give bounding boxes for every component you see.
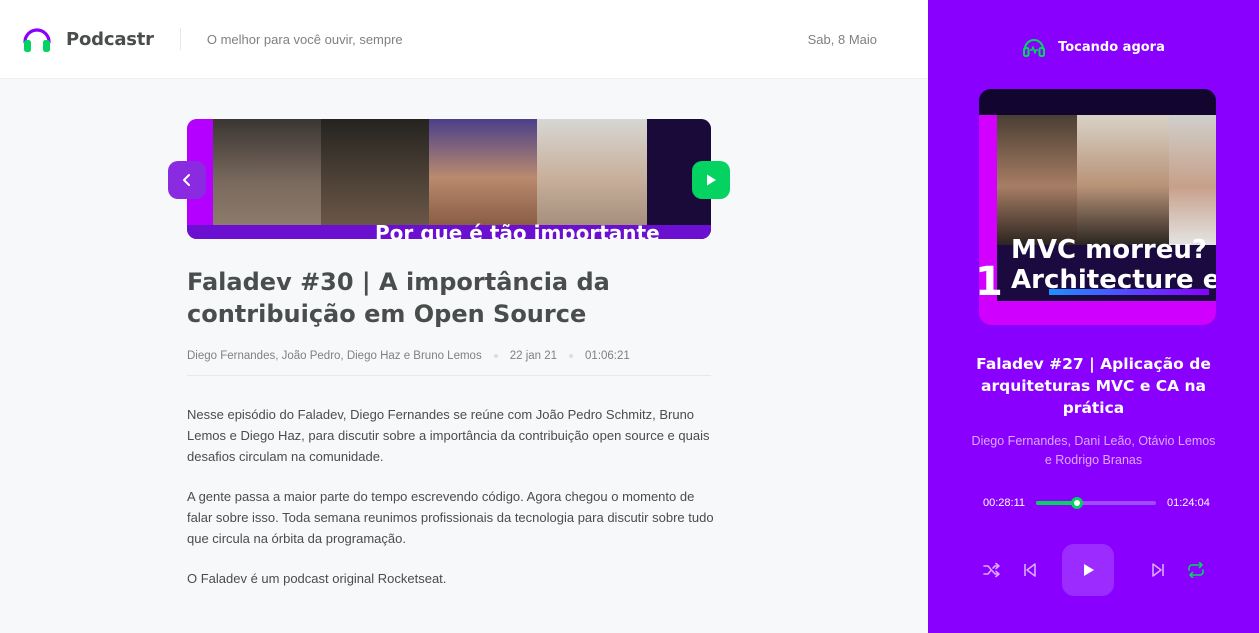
header-divider	[179, 28, 181, 50]
previous-button[interactable]	[1017, 557, 1043, 583]
now-playing-title: Faladev #27 | Aplicação de arquiteturas …	[976, 355, 1211, 417]
now-playing-label: Tocando agora	[1058, 39, 1165, 55]
description-paragraph: O Faladev é um podcast original Rocketse…	[187, 571, 447, 586]
description-paragraph: Nesse episódio do Faladev, Diego Fernand…	[187, 407, 710, 464]
back-button[interactable]	[168, 161, 206, 199]
headphones-icon	[1023, 39, 1046, 57]
thumbnail-person-3	[429, 119, 537, 225]
headphones-logo-icon	[23, 28, 51, 52]
logo[interactable]: Podcastr	[22, 24, 154, 54]
meta-separator	[569, 354, 574, 358]
episode-thumbnail: Por que é tão importante	[187, 119, 711, 239]
player-panel: Tocando agora MVC morreu? C Architecture…	[928, 0, 1259, 633]
now-playing-cover: MVC morreu? C Architecture e 1	[979, 89, 1216, 325]
total-time: 01:24:04	[1167, 497, 1210, 509]
now-playing-members: Diego Fernandes, Dani Leão, Otávio Lemos…	[971, 434, 1216, 467]
play-episode-button[interactable]	[692, 161, 730, 199]
thumbnail-person-4	[537, 119, 647, 225]
thumbnail-person-1	[213, 119, 321, 225]
thumbnail-person-2	[321, 119, 429, 225]
play-button[interactable]	[1061, 544, 1114, 596]
next-icon	[1151, 563, 1164, 577]
cover-person-1	[997, 115, 1077, 245]
episode-duration: 01:06:21	[585, 350, 630, 362]
previous-icon	[1023, 563, 1036, 577]
progress-handle[interactable]	[1070, 497, 1083, 509]
cover-caption: MVC morreu? C Architecture e	[1011, 235, 1216, 295]
chevron-left-icon	[183, 174, 190, 186]
current-date: Sab, 8 Maio	[807, 31, 877, 47]
progress-slider[interactable]	[1036, 497, 1157, 509]
meta-separator	[493, 354, 498, 358]
next-button[interactable]	[1145, 557, 1171, 583]
play-icon	[1083, 564, 1094, 576]
episode-members: Diego Fernandes, João Pedro, Diego Haz e…	[187, 350, 482, 362]
cover-person-2	[1077, 115, 1169, 245]
description-paragraph: A gente passa a maior parte do tempo esc…	[187, 489, 714, 546]
progress-row: 00:28:11 01:24:04	[983, 497, 1213, 509]
player-controls	[928, 544, 1259, 596]
header: Podcastr O melhor para você ouvir, sempr…	[0, 0, 928, 79]
player-header: Tocando agora	[928, 36, 1259, 58]
repeat-icon	[1187, 562, 1204, 578]
episode-published-date: 22 jan 21	[509, 350, 558, 362]
episode-description: Nesse episódio do Faladev, Diego Fernand…	[187, 404, 717, 608]
episode-meta: Diego Fernandes, João Pedro, Diego Haz e…	[187, 350, 711, 376]
thumbnail-caption: Por que é tão importante	[375, 221, 660, 239]
app-name: Podcastr	[66, 28, 154, 50]
cover-number: 1	[979, 259, 1003, 305]
shuffle-icon	[982, 562, 1000, 578]
shuffle-button[interactable]	[979, 557, 1005, 583]
cover-person-3	[1169, 115, 1216, 245]
tagline: O melhor para você ouvir, sempre	[206, 31, 403, 47]
play-icon	[707, 174, 716, 186]
current-time: 00:28:11	[983, 497, 1026, 509]
episode-title: Faladev #30 | A importância da contribui…	[187, 268, 610, 328]
repeat-button[interactable]	[1183, 557, 1209, 583]
